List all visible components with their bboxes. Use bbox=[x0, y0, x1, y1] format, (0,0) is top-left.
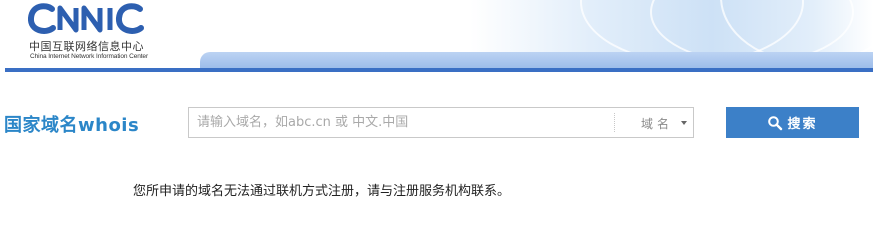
search-button[interactable]: 搜索 bbox=[726, 107, 859, 138]
header-banner-art bbox=[470, 0, 873, 64]
search-icon bbox=[768, 115, 783, 130]
page-title: 国家域名whois bbox=[4, 115, 140, 136]
cnnic-logo-mark bbox=[28, 3, 144, 34]
logo-name-en: China Internet Network Information Cente… bbox=[30, 53, 149, 60]
cnnic-logo[interactable]: 中国互联网络信息中心 China Internet Network Inform… bbox=[26, 0, 176, 64]
domain-search-input[interactable] bbox=[189, 108, 613, 137]
search-button-label: 搜索 bbox=[787, 117, 818, 132]
search-type-dropdown[interactable]: 域名 bbox=[615, 108, 693, 137]
header-tab-strip bbox=[200, 52, 873, 68]
result-message: 您所申请的域名无法通过联机方式注册，请与注册服务机构联系。 bbox=[133, 184, 511, 199]
logo-name-cn: 中国互联网络信息中心 bbox=[29, 40, 144, 53]
search-type-label: 域名 bbox=[641, 117, 674, 131]
caret-down-icon bbox=[681, 121, 687, 125]
header-divider bbox=[5, 68, 873, 72]
search-box: 域名 bbox=[188, 107, 694, 138]
site-header: 中国互联网络信息中心 China Internet Network Inform… bbox=[0, 0, 873, 72]
